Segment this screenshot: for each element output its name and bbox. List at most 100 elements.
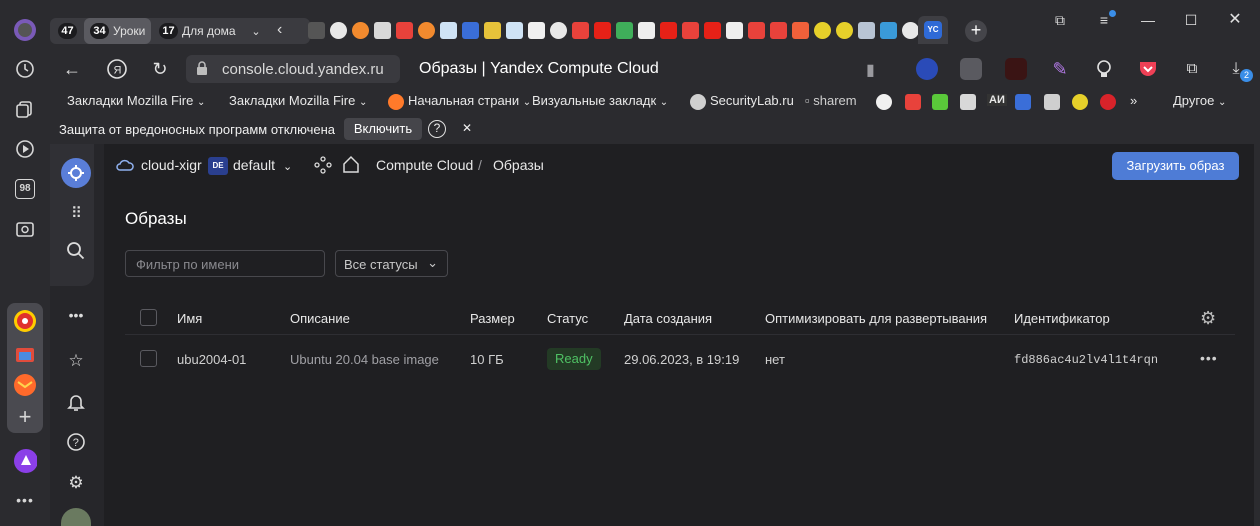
yandex-logo-icon[interactable]: Я [106, 58, 128, 80]
back-icon[interactable]: ← [61, 58, 83, 80]
bookmark-link[interactable]: SecurityLab.ru [710, 93, 794, 108]
settings-gear-icon[interactable]: ⚙ [65, 472, 87, 494]
bookmark-icon[interactable] [1015, 94, 1031, 110]
status-filter-select[interactable]: Все статусы ⌄ [335, 250, 448, 277]
add-app-icon[interactable]: + [13, 404, 37, 429]
bookmark-icon[interactable] [960, 94, 976, 110]
tab-favicon[interactable] [638, 22, 655, 39]
tab-favicon[interactable] [418, 22, 435, 39]
column-header-size[interactable]: Размер [470, 311, 515, 326]
collections-icon[interactable] [13, 97, 37, 121]
bookmark-folder[interactable]: Закладки Mozilla Fire ⌄ [67, 93, 205, 108]
other-bookmarks[interactable]: Другое ⌄ [1173, 93, 1226, 108]
scroll-tabs-left-icon[interactable]: ‹ [277, 21, 282, 39]
tab-favicon[interactable] [462, 22, 479, 39]
bookmark-icon[interactable] [932, 94, 948, 110]
column-header-name[interactable]: Имя [177, 311, 202, 326]
wikipedia-tab-icon[interactable] [528, 22, 545, 39]
history-icon[interactable] [13, 57, 37, 81]
breadcrumb-folder[interactable]: default ⌄ [233, 157, 292, 173]
column-header-status[interactable]: Статус [547, 311, 588, 326]
tab-group-home[interactable]: 17 Для дома [153, 18, 236, 44]
image-name[interactable]: ubu2004-01 [177, 352, 246, 367]
column-header-description[interactable]: Описание [290, 311, 350, 326]
column-header-created[interactable]: Дата создания [624, 311, 712, 326]
tab-favicon[interactable] [308, 22, 325, 39]
maximize-icon[interactable]: ☐ [1181, 10, 1201, 30]
enable-protection-button[interactable]: Включить [344, 118, 422, 140]
yandex-tab-icon[interactable] [770, 22, 787, 39]
chevron-down-icon[interactable]: ⌄ [246, 18, 266, 44]
minimize-icon[interactable]: — [1138, 10, 1158, 30]
tab-favicon[interactable] [506, 22, 523, 39]
tab-group-1[interactable]: 47 [52, 18, 81, 44]
bookmark-folder[interactable]: Закладки Mozilla Fire ⌄ [229, 93, 367, 108]
yandex-bookmark-icon[interactable] [905, 94, 921, 110]
help-icon[interactable]: ? [428, 120, 446, 138]
extensions-menu-icon[interactable]: ⧉ [1181, 58, 1203, 80]
bookmark-icon[interactable] [1044, 94, 1060, 110]
alice-icon[interactable] [13, 449, 37, 473]
favorites-star-icon[interactable]: ☆ [65, 350, 87, 372]
bookmark-folder[interactable]: Начальная страни ⌄ [408, 93, 531, 108]
row-checkbox[interactable] [140, 350, 157, 367]
column-header-optimize[interactable]: Оптимизировать для развертывания [765, 311, 987, 326]
tab-favicon[interactable] [440, 22, 457, 39]
screenshot-icon[interactable] [13, 217, 37, 241]
user-avatar[interactable] [61, 508, 91, 526]
tab-favicon[interactable] [836, 22, 853, 39]
close-infobar-icon[interactable]: ✕ [462, 121, 472, 135]
reload-icon[interactable]: ↻ [149, 58, 171, 80]
tab-group-lessons[interactable]: 34 Уроки [84, 18, 152, 44]
bell-icon[interactable] [65, 392, 87, 414]
github-tab-icon[interactable] [330, 22, 347, 39]
new-tab-button[interactable]: + [965, 20, 987, 42]
menu-icon[interactable]: ≡ [1094, 10, 1116, 30]
star-bookmark-icon[interactable] [1072, 94, 1088, 110]
downloads-icon[interactable]: ⤓ 2 [1225, 58, 1253, 82]
column-header-id[interactable]: Идентификатор [1014, 311, 1110, 326]
yandex-tab-icon[interactable] [748, 22, 765, 39]
table-settings-gear-icon[interactable]: ⚙ [1200, 308, 1216, 329]
bookmark-icon[interactable] [876, 94, 892, 110]
tab-favicon[interactable] [792, 22, 809, 39]
select-all-checkbox[interactable] [140, 309, 157, 326]
github-tab-icon[interactable] [550, 22, 567, 39]
search-icon[interactable] [65, 241, 87, 263]
bookmark-folder[interactable]: Визуальные закладк ⌄ [532, 93, 668, 108]
extension-icon[interactable] [1005, 58, 1027, 80]
bookmark-icon[interactable]: ▮ [866, 60, 875, 80]
tab-favicon[interactable] [352, 22, 369, 39]
youtube-tab-icon[interactable] [704, 22, 721, 39]
tab-favicon[interactable] [880, 22, 897, 39]
compute-service-icon[interactable] [61, 158, 91, 188]
active-tab[interactable]: YC [918, 16, 948, 44]
youtube-tab-icon[interactable] [594, 22, 611, 39]
bookmark-link[interactable]: ▫ sharem [805, 93, 857, 108]
pocket-icon[interactable] [1137, 58, 1159, 80]
breadcrumb-service[interactable]: Compute Cloud [376, 157, 473, 173]
more-icon[interactable]: ••• [65, 304, 87, 326]
drive-tab-icon[interactable] [616, 22, 633, 39]
more-icon[interactable]: ••• [13, 488, 37, 512]
help-icon[interactable]: ? [65, 432, 87, 454]
bookmark-icon[interactable] [1100, 94, 1116, 110]
extension-icon[interactable] [960, 58, 982, 80]
network-icon[interactable] [314, 156, 332, 179]
yandex-browser-app-icon[interactable] [13, 343, 37, 367]
counter-icon[interactable]: 98 [13, 177, 37, 201]
feather-extension-icon[interactable]: ✎ [1049, 58, 1071, 80]
row-actions-icon[interactable]: ••• [1200, 350, 1218, 366]
name-filter-input[interactable]: Фильтр по имени [125, 250, 325, 277]
image-id[interactable]: fd886ac4u2lv4l1t4rqn [1014, 353, 1158, 367]
tab-favicon[interactable] [484, 22, 501, 39]
all-services-icon[interactable]: ⠿ [65, 203, 87, 225]
profile-avatar[interactable] [13, 18, 37, 42]
mail-app-icon[interactable] [13, 373, 37, 397]
breadcrumb-cloud[interactable]: cloud-xigr [141, 157, 202, 173]
upload-image-button[interactable]: Загрузить образ [1112, 152, 1239, 180]
yandex-tab-icon[interactable] [396, 22, 413, 39]
more-bookmarks-icon[interactable]: » [1130, 93, 1137, 108]
bulb-extension-icon[interactable] [1093, 58, 1115, 80]
ai-bookmark-icon[interactable]: AИ [987, 94, 1007, 106]
